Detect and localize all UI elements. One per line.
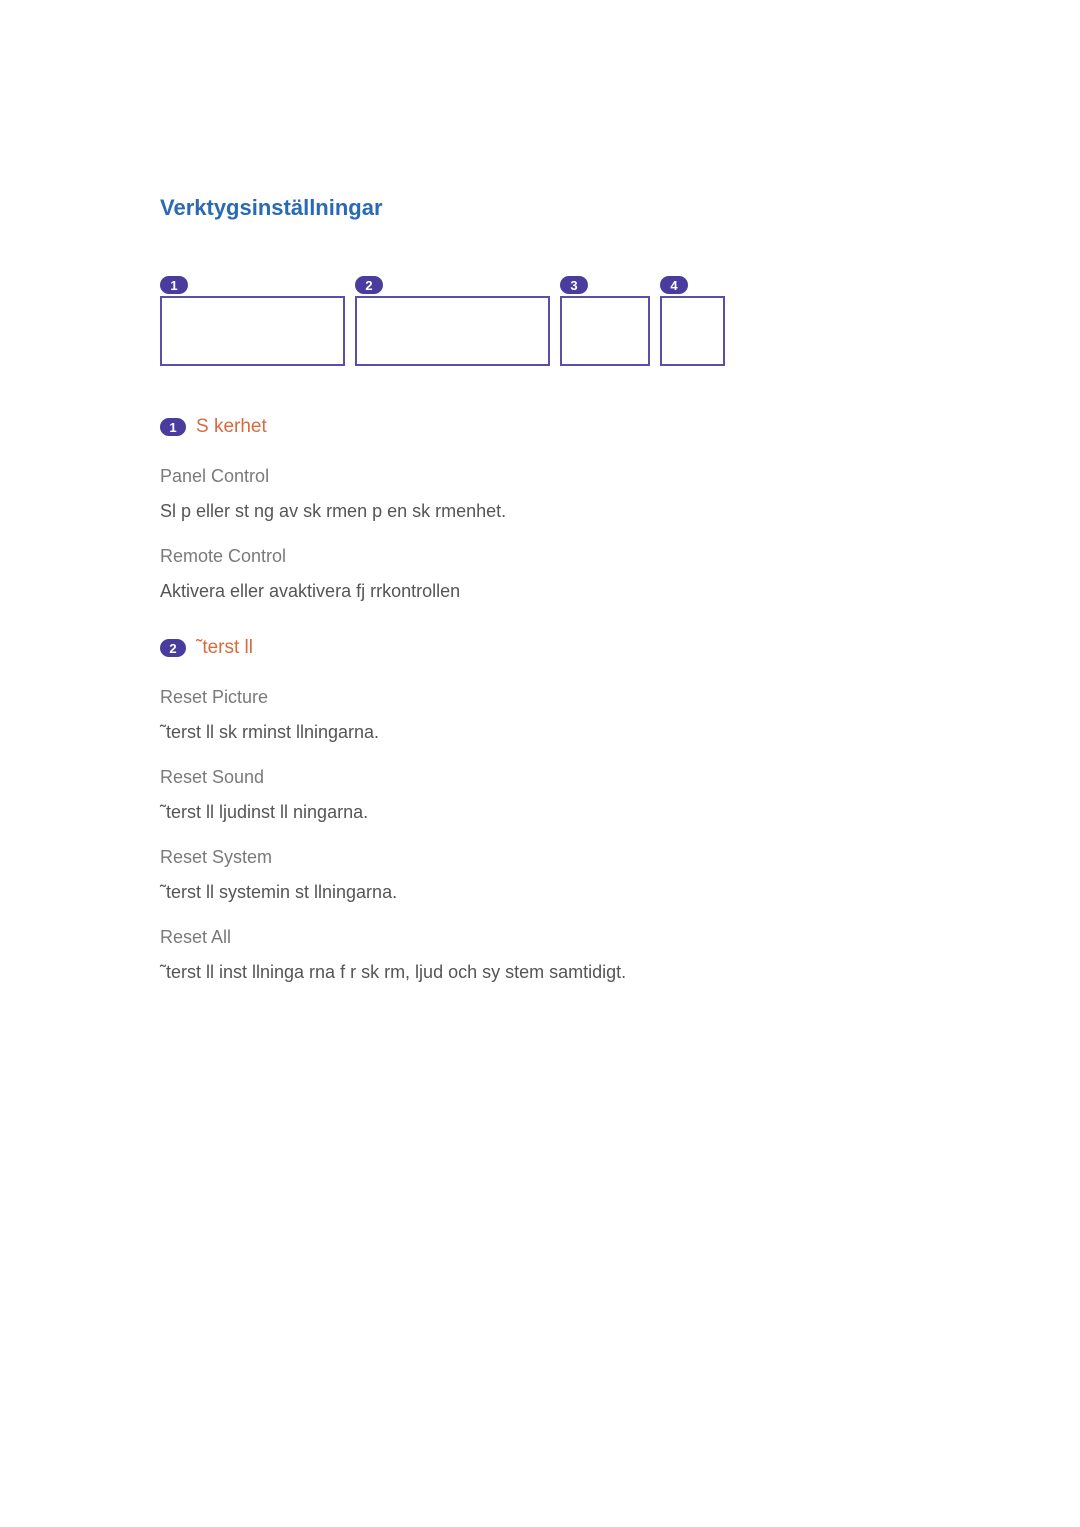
item-title: Reset Sound <box>160 767 920 788</box>
box-3 <box>560 296 650 366</box>
item-title: Reset All <box>160 927 920 948</box>
section-title-1: S kerhet <box>196 416 267 438</box>
item-title: Reset System <box>160 847 920 868</box>
box-wrapper-1: 1 <box>160 276 345 366</box>
item-desc: ˜terst ll systemin st llningarna. <box>160 882 920 903</box>
item-title: Reset Picture <box>160 687 920 708</box>
item-desc: ˜terst ll ljudinst ll ningarna. <box>160 802 920 823</box>
item-desc: ˜terst ll inst llninga rna f r sk rm, lj… <box>160 962 920 983</box>
box-wrapper-2: 2 <box>355 276 550 366</box>
section-items-2: Reset Picture ˜terst ll sk rminst llning… <box>160 687 920 983</box>
page-title: Verktygsinställningar <box>160 195 920 221</box>
section-2: 2 ˜terst ll Reset Picture ˜terst ll sk r… <box>160 637 920 983</box>
item-desc: ˜terst ll sk rminst llningarna. <box>160 722 920 743</box>
box-2 <box>355 296 550 366</box>
box-4 <box>660 296 725 366</box>
page-container: Verktygsinställningar 1 2 3 4 1 S kerhet… <box>0 0 1080 983</box>
item-desc: Sl p eller st ng av sk rmen p en sk rmen… <box>160 501 920 522</box>
badge-4: 4 <box>660 276 688 294</box>
section-header-2: 2 ˜terst ll <box>160 637 920 659</box>
item-title: Panel Control <box>160 466 920 487</box>
badge-3: 3 <box>560 276 588 294</box>
box-wrapper-4: 4 <box>660 276 725 366</box>
badge-2: 2 <box>355 276 383 294</box>
item-title: Remote Control <box>160 546 920 567</box>
section-title-2: ˜terst ll <box>196 637 253 659</box>
section-items-1: Panel Control Sl p eller st ng av sk rme… <box>160 466 920 602</box>
section-header-1: 1 S kerhet <box>160 416 920 438</box>
box-1 <box>160 296 345 366</box>
section-1: 1 S kerhet Panel Control Sl p eller st n… <box>160 416 920 602</box>
boxes-row: 1 2 3 4 <box>160 276 920 366</box>
badge-1: 1 <box>160 276 188 294</box>
section-badge-1: 1 <box>160 418 186 436</box>
box-wrapper-3: 3 <box>560 276 650 366</box>
item-desc: Aktivera eller avaktivera fj rrkontrolle… <box>160 581 920 602</box>
section-badge-2: 2 <box>160 639 186 657</box>
